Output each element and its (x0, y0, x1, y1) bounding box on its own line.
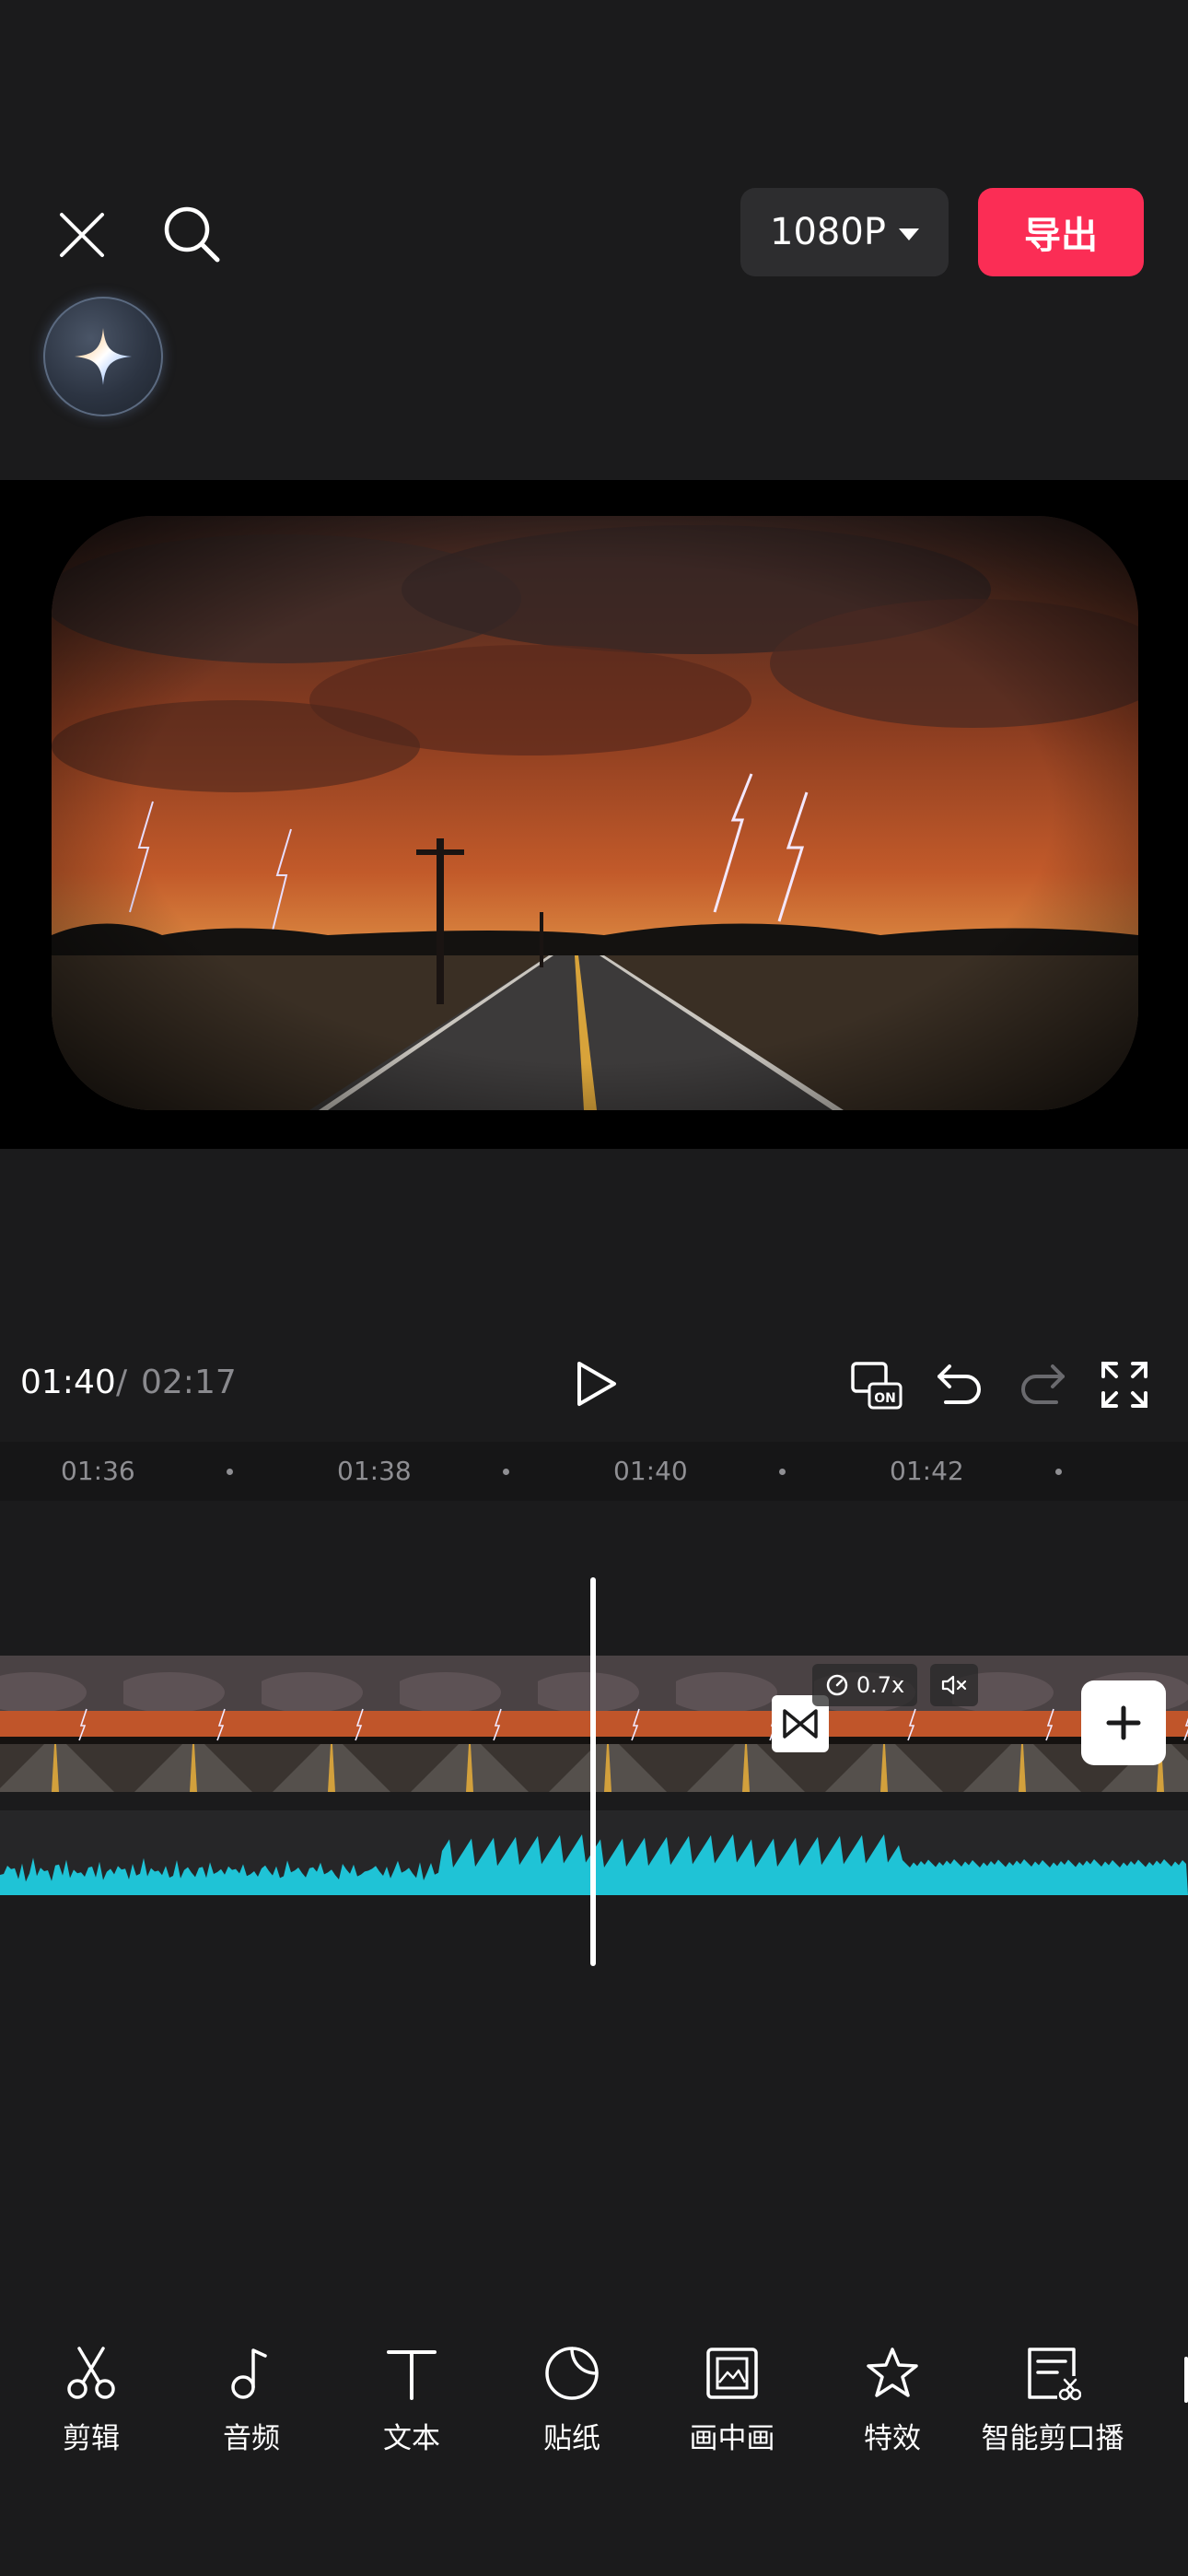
speed-label: 0.7x (856, 1672, 905, 1698)
tool-effects[interactable]: 特效 (823, 2345, 961, 2456)
fullscreen-button[interactable] (1096, 1356, 1153, 1413)
scissors-icon (67, 2347, 115, 2399)
filmstrip-frame (400, 1656, 540, 1792)
on-toggle-icon: ON (851, 1362, 903, 1410)
resolution-label: 1080P (770, 211, 886, 253)
tool-cut[interactable]: 剪辑 (22, 2345, 160, 2456)
svg-text:ON: ON (874, 1391, 896, 1406)
ruler-label: 01:40 (613, 1456, 688, 1486)
filmstrip-frame (123, 1656, 263, 1792)
play-icon (577, 1362, 616, 1406)
ruler-dot (779, 1469, 786, 1475)
export-label: 导出 (1024, 215, 1098, 257)
ruler-label: 01:38 (337, 1456, 412, 1486)
ai-assistant-button[interactable] (43, 297, 163, 416)
close-button[interactable] (52, 205, 112, 265)
tool-label: 剪辑 (63, 2422, 120, 2455)
tool-label: 特效 (864, 2422, 921, 2455)
ruler-dot (227, 1469, 233, 1475)
speed-badge: 0.7x (812, 1664, 917, 1706)
effects-star-icon (867, 2348, 918, 2397)
preview-frame-image (52, 516, 1138, 1110)
ruler-dot (503, 1469, 509, 1475)
sticker-icon (545, 2347, 599, 2400)
search-button[interactable] (158, 201, 225, 267)
current-time: 01:40 (20, 1364, 116, 1401)
toolbar-overflow-hint (1184, 2357, 1188, 2403)
add-clip-button[interactable] (1081, 1680, 1166, 1765)
playhead[interactable] (590, 1577, 596, 1966)
plus-icon (1106, 1705, 1141, 1740)
ruler-dot (1055, 1469, 1062, 1475)
tool-picture-in-picture[interactable]: 画中画 (663, 2345, 801, 2456)
ruler-label: 01:36 (61, 1456, 135, 1486)
filmstrip-frame (538, 1656, 678, 1792)
tool-label: 贴纸 (543, 2422, 600, 2455)
tool-smart-cut[interactable]: 智能剪口播 (981, 2345, 1124, 2456)
tool-label: 智能剪口播 (981, 2422, 1124, 2455)
tool-sticker[interactable]: 贴纸 (503, 2345, 641, 2456)
sparkle-icon (75, 328, 132, 385)
tool-text[interactable]: 文本 (343, 2345, 481, 2456)
tool-label: 画中画 (689, 2422, 775, 2455)
close-icon (60, 213, 104, 257)
mute-badge (930, 1664, 978, 1706)
ruler-label: 01:42 (890, 1456, 964, 1486)
original-sound-toggle[interactable]: ON (847, 1356, 906, 1413)
transition-icon (783, 1709, 818, 1739)
redo-icon (1021, 1364, 1065, 1404)
fullscreen-icon (1101, 1362, 1147, 1408)
music-note-icon (231, 2348, 267, 2399)
export-button[interactable]: 导出 (978, 188, 1144, 276)
time-separator: / (116, 1364, 128, 1401)
filmstrip-frame (262, 1656, 402, 1792)
resolution-dropdown[interactable]: 1080P (740, 188, 949, 276)
caret-down-icon (898, 228, 919, 240)
total-time: 02:17 (141, 1364, 237, 1401)
smart-cut-icon (1028, 2348, 1081, 2401)
filmstrip-frame (0, 1656, 125, 1792)
text-icon (387, 2350, 437, 2400)
undo-button[interactable] (932, 1356, 987, 1411)
tool-label: 文本 (383, 2422, 440, 2455)
speed-gauge-icon (826, 1674, 848, 1696)
picture-in-picture-icon (706, 2348, 758, 2399)
tool-label: 音频 (223, 2422, 280, 2455)
search-icon (164, 206, 220, 263)
tool-audio[interactable]: 音频 (182, 2345, 320, 2456)
play-button[interactable] (564, 1354, 628, 1413)
timeline-ruler[interactable] (0, 1442, 1188, 1501)
speaker-muted-icon (941, 1675, 967, 1695)
undo-icon (938, 1364, 981, 1404)
redo-button[interactable] (1015, 1356, 1070, 1411)
